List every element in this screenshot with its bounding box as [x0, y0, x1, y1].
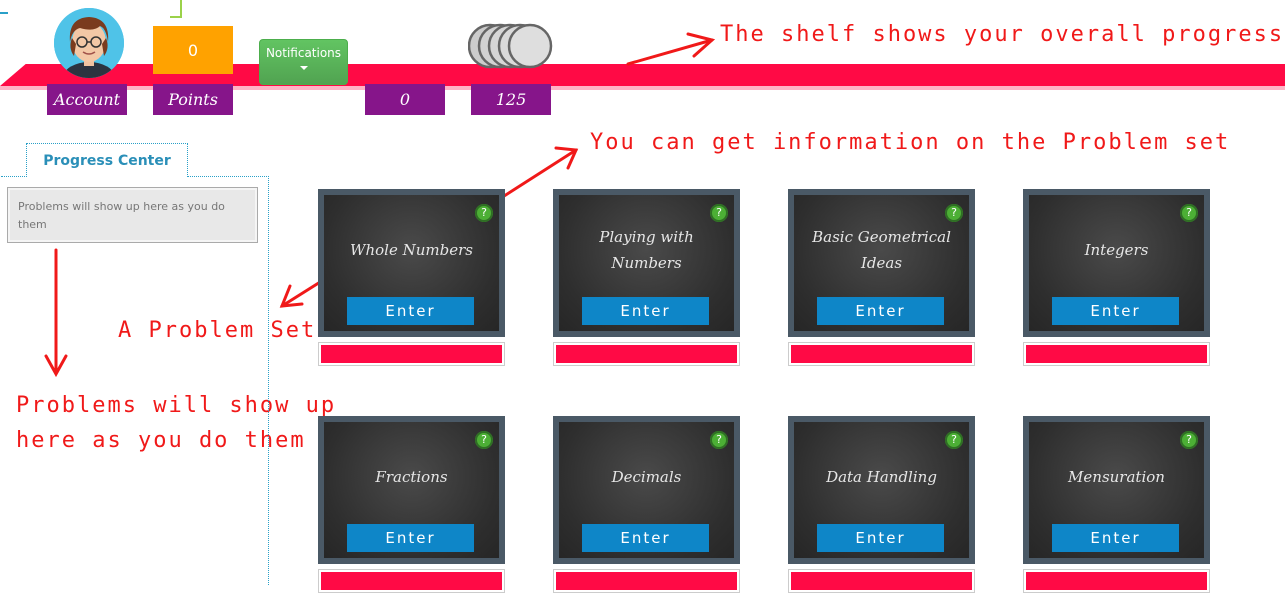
problem-set-card: Data Handling ? Enter	[788, 416, 975, 564]
problem-set-card: Fractions ? Enter	[318, 416, 505, 564]
problem-set-progress-bar	[788, 569, 975, 593]
annotation-info: You can get information on the Problem s…	[590, 130, 1231, 155]
enter-button[interactable]: Enter	[817, 524, 944, 552]
info-icon[interactable]: ?	[475, 204, 493, 222]
problem-set-card: Mensuration ? Enter	[1023, 416, 1210, 564]
problem-set-title: Mensuration	[1068, 468, 1165, 486]
progress-center-message: Problems will show up here as you do the…	[7, 187, 258, 243]
problem-set-card: Whole Numbers ? Enter	[318, 189, 505, 337]
info-icon[interactable]: ?	[945, 431, 963, 449]
enter-button[interactable]: Enter	[582, 297, 709, 325]
annotation-shelf: The shelf shows your overall progress	[720, 22, 1285, 47]
enter-button[interactable]: Enter	[347, 297, 474, 325]
problem-set-progress-bar	[1023, 342, 1210, 366]
problem-set-progress-bar	[553, 342, 740, 366]
problem-set-progress-bar	[788, 342, 975, 366]
problem-set-title: Whole Numbers	[350, 241, 473, 259]
info-icon[interactable]: ?	[945, 204, 963, 222]
info-icon[interactable]: ?	[1180, 204, 1198, 222]
problem-set-card: Playing with Numbers ? Enter	[553, 189, 740, 337]
enter-button[interactable]: Enter	[1052, 297, 1179, 325]
problem-set-progress-bar	[553, 569, 740, 593]
problem-set-progress-bar	[1023, 569, 1210, 593]
problem-set-card: Basic Geometrical Ideas ? Enter	[788, 189, 975, 337]
tab-progress-center[interactable]: Progress Center	[26, 143, 188, 177]
problem-set-title: Fractions	[375, 468, 448, 486]
problem-set-card: Decimals ? Enter	[553, 416, 740, 564]
enter-button[interactable]: Enter	[347, 524, 474, 552]
problem-set-progress-bar	[318, 569, 505, 593]
problem-set-title: Playing with Numbers	[599, 228, 694, 272]
enter-button[interactable]: Enter	[1052, 524, 1179, 552]
problem-set-card: Integers ? Enter	[1023, 189, 1210, 337]
problem-set-title: Basic Geometrical Ideas	[812, 228, 951, 272]
enter-button[interactable]: Enter	[582, 524, 709, 552]
problem-set-progress-bar	[318, 342, 505, 366]
problem-set-title: Data Handling	[826, 468, 937, 486]
problem-set-title: Decimals	[611, 468, 682, 486]
info-icon[interactable]: ?	[710, 204, 728, 222]
enter-button[interactable]: Enter	[817, 297, 944, 325]
problem-set-title: Integers	[1084, 241, 1149, 259]
info-icon[interactable]: ?	[710, 431, 728, 449]
info-icon[interactable]: ?	[1180, 431, 1198, 449]
info-icon[interactable]: ?	[475, 431, 493, 449]
